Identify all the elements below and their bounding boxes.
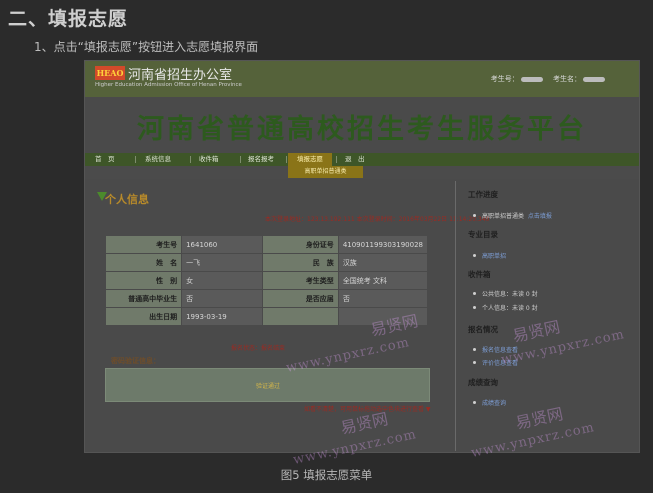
- field-label: 身份证号: [261, 235, 339, 254]
- redacted-id: [520, 76, 543, 82]
- password-verify-box[interactable]: 验证通过: [105, 368, 430, 402]
- table-row: 考生号 1641060 身份证号 410901199303190028: [104, 235, 429, 254]
- sidebar-item-score-query[interactable]: 成绩查询: [482, 398, 506, 407]
- sidebar-heading-catalog: 专业目录: [468, 230, 498, 239]
- sidebar-heading-scores: 成绩查询: [468, 378, 498, 387]
- field-value: 否: [337, 289, 429, 308]
- field-value: 否: [181, 289, 263, 308]
- field-label: 姓 名: [104, 253, 183, 272]
- nav-registration[interactable]: 报名报考: [248, 153, 284, 166]
- table-row: 姓 名 一飞 民 族 汉族: [104, 253, 429, 272]
- nav-divider: [286, 156, 287, 163]
- profile-title: 个人信息: [105, 193, 149, 206]
- sidebar-heading-inbox: 收件箱: [468, 270, 491, 279]
- sidebar-heading-registration: 报名情况: [468, 325, 498, 334]
- figure-caption: 图5 填报志愿菜单: [280, 468, 373, 482]
- table-row: 普通高中毕业生 否 是否应届 否: [104, 289, 429, 308]
- bullet-icon: [473, 401, 476, 404]
- field-value: 一飞: [181, 253, 263, 272]
- screenshot-frame: HEAO 河南省招生办公室 Higher Education Admission…: [84, 60, 640, 453]
- submenu-vocational-general[interactable]: 高职单招普通类: [288, 166, 363, 178]
- field-value: 410901199303190028: [337, 235, 429, 254]
- nav-system-info[interactable]: 系统信息: [145, 153, 185, 166]
- field-value: 女: [181, 271, 263, 290]
- nav-divider: [336, 156, 337, 163]
- user-name-label: 考生名：: [553, 75, 581, 83]
- nav-divider: [135, 156, 136, 163]
- field-label: 考生类型: [261, 271, 339, 290]
- sidebar-item-personal-msg[interactable]: 个人信息：未读 0 封: [482, 303, 538, 312]
- bullet-icon: [473, 214, 476, 217]
- sidebar-item-vocational: 高职单招普通类 点击填报: [482, 211, 552, 220]
- sidebar-item-public-msg[interactable]: 公共信息：未读 0 封: [482, 289, 538, 298]
- nav-home[interactable]: 首 页: [95, 153, 125, 166]
- field-value: 1641060: [181, 235, 263, 254]
- logo-subtitle: Higher Education Admission Office of Hen…: [95, 82, 242, 88]
- bullet-icon: [473, 361, 476, 364]
- password-verify-tag: 验证通过: [256, 383, 281, 390]
- sidebar-item-vocational-catalog[interactable]: 高职单招: [482, 251, 506, 260]
- bullet-icon: [473, 254, 476, 257]
- profile-table: 考生号 1641060 身份证号 410901199303190028 姓 名 …: [104, 235, 429, 326]
- field-label: 考生号: [104, 235, 183, 254]
- nav-fill-application[interactable]: 填报志愿: [288, 153, 332, 166]
- bullet-icon: [473, 292, 476, 295]
- nav-logout[interactable]: 退 出: [345, 153, 375, 166]
- field-label: 普通高中毕业生: [104, 289, 183, 308]
- bullet-icon: [473, 348, 476, 351]
- banner: 河南省普通高校招生考生服务平台: [85, 97, 639, 153]
- table-row: 性 别 女 考生类型 全国统考 文科: [104, 271, 429, 290]
- bullet-icon: [473, 306, 476, 309]
- doc-heading: 二、填报志愿: [8, 8, 129, 30]
- field-value: 汉族: [337, 253, 429, 272]
- nav-divider: [190, 156, 191, 163]
- nav-divider: [240, 156, 241, 163]
- password-verify-label: 密码验证信息：: [111, 357, 160, 365]
- field-label: 是否应届: [261, 289, 339, 308]
- field-label: 民 族: [261, 253, 339, 272]
- field-label: [261, 307, 339, 326]
- nav-inbox[interactable]: 收件箱: [199, 153, 234, 166]
- logo-name: 河南省招生办公室: [128, 68, 233, 83]
- user-id-label: 考生号：: [490, 75, 519, 83]
- redacted-name: [583, 76, 605, 82]
- field-value: 全国统考 文科: [337, 271, 429, 290]
- banner-title: 河南省普通高校招生考生服务平台: [137, 114, 587, 145]
- field-label: 出生日期: [104, 307, 183, 326]
- sidebar-heading-progress: 工作进度: [468, 190, 498, 199]
- main-nav: 首 页 系统信息 收件箱 报名报考 填报志愿 退 出: [85, 153, 639, 166]
- user-info: 考生号： 考生名：: [491, 74, 613, 84]
- click-to-fill-link[interactable]: 点击填报: [528, 213, 552, 220]
- registration-status: 报名状态：报名结束: [231, 345, 286, 352]
- top-bar: HEAO 河南省招生办公室 Higher Education Admission…: [85, 61, 639, 97]
- field-label: 性 别: [104, 271, 183, 290]
- field-value: 1993-03-19: [181, 307, 263, 326]
- logo-badge: HEAO: [95, 66, 125, 80]
- sidebar-item-label: 高职单招普通类: [482, 213, 525, 220]
- doc-step-text: 1、点击“填报志愿”按钮进入志愿填报界面: [34, 40, 259, 54]
